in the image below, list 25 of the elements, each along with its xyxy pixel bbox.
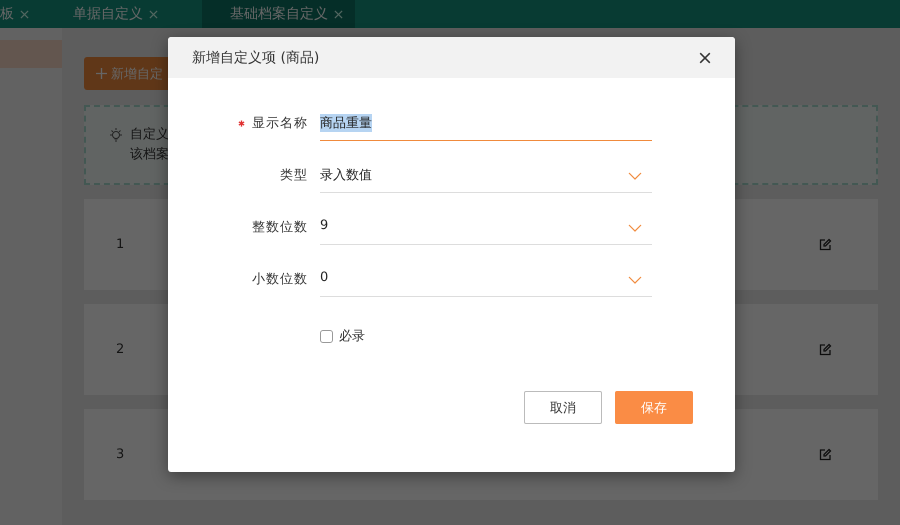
select-field[interactable]: 9 <box>320 215 652 245</box>
edit-icon[interactable] <box>818 238 832 252</box>
edit-icon[interactable] <box>818 342 832 356</box>
input-field[interactable]: 商品重量 <box>320 111 652 141</box>
field-label: 类型 <box>280 167 308 184</box>
edit-icon[interactable] <box>818 448 832 462</box>
cancel-button[interactable]: 取消 <box>524 391 602 424</box>
field-label: 小数位数 <box>252 271 308 288</box>
chevron-down-icon <box>628 172 642 180</box>
row-number: 2 <box>116 342 124 357</box>
checkbox[interactable]: 必录 <box>320 327 735 345</box>
row-number: 1 <box>116 237 124 252</box>
row-number: 3 <box>116 447 124 462</box>
close-icon[interactable] <box>699 52 711 64</box>
field-label: 整数位数 <box>252 219 308 236</box>
plus-icon <box>96 68 107 79</box>
tip-text: 自定义 <box>130 126 169 144</box>
select-field[interactable]: 0 <box>320 267 652 297</box>
chevron-down-icon <box>628 224 642 232</box>
select-field[interactable]: 录入数值 <box>320 163 652 193</box>
lightbulb-icon <box>108 127 124 143</box>
tip-text: 该档案 <box>130 146 169 164</box>
dialog-title: 新增自定义项 (商品) <box>192 48 320 66</box>
chevron-down-icon <box>628 276 642 284</box>
field-label: 显示名称 <box>238 114 308 132</box>
